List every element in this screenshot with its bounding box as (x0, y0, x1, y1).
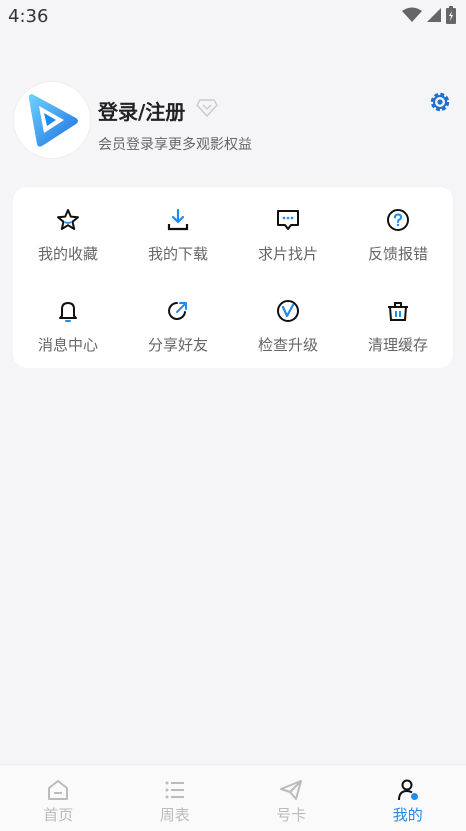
menu-item-label: 我的下载 (148, 243, 208, 264)
tab-label: 周表 (160, 804, 190, 825)
menu-item-label: 求片找片 (258, 243, 318, 264)
profile-header[interactable]: 登录/注册 会员登录享更多观影权益 (14, 82, 454, 162)
menu-item-favorites[interactable]: 我的收藏 (13, 187, 123, 278)
menu-item-label: 反馈报错 (368, 243, 428, 264)
menu-item-label: 清理缓存 (368, 334, 428, 355)
signal-icon (426, 7, 442, 23)
trash-icon (385, 298, 411, 324)
settings-gear-icon[interactable] (428, 90, 452, 118)
status-icons (402, 6, 456, 24)
tab-label: 我的 (393, 804, 423, 825)
tab-label: 号卡 (276, 804, 306, 825)
tab-label: 首页 (43, 804, 73, 825)
share-icon (165, 298, 191, 324)
menu-item-share[interactable]: 分享好友 (123, 278, 233, 368)
status-bar: 4:36 (0, 0, 466, 32)
menu-grid: 我的收藏 我的下载 求片找片 反馈报错 消息中心 (13, 187, 453, 368)
app-logo-icon (22, 90, 82, 150)
menu-card: 我的收藏 我的下载 求片找片 反馈报错 消息中心 (13, 187, 453, 368)
avatar[interactable] (14, 82, 90, 158)
upgrade-icon (275, 298, 301, 324)
battery-icon (446, 6, 456, 24)
download-icon (165, 207, 191, 233)
menu-item-request[interactable]: 求片找片 (233, 187, 343, 278)
menu-item-label: 分享好友 (148, 334, 208, 355)
menu-item-label: 消息中心 (38, 334, 98, 355)
menu-item-feedback[interactable]: 反馈报错 (343, 187, 453, 278)
menu-item-upgrade[interactable]: 检查升级 (233, 278, 343, 368)
menu-item-label: 我的收藏 (38, 243, 98, 264)
tab-home[interactable]: 首页 (0, 765, 117, 831)
list-icon (161, 777, 189, 803)
bottom-tab-bar: 首页 周表 号卡 我的 (0, 764, 466, 831)
bell-icon (55, 298, 81, 324)
menu-item-clear-cache[interactable]: 清理缓存 (343, 278, 453, 368)
login-subtitle: 会员登录享更多观影权益 (98, 134, 252, 154)
menu-item-label: 检查升级 (258, 334, 318, 355)
star-icon (55, 207, 81, 233)
message-icon (275, 207, 301, 233)
user-icon (394, 777, 422, 803)
vip-diamond-icon (196, 98, 218, 122)
home-icon (44, 777, 72, 803)
login-register-link[interactable]: 登录/注册 (98, 96, 185, 125)
status-time: 4:36 (8, 6, 48, 27)
menu-item-downloads[interactable]: 我的下载 (123, 187, 233, 278)
tab-sim-card[interactable]: 号卡 (233, 765, 350, 831)
tab-schedule[interactable]: 周表 (117, 765, 234, 831)
tab-mine[interactable]: 我的 (350, 765, 466, 831)
paper-plane-icon (277, 777, 305, 803)
question-icon (385, 207, 411, 233)
menu-item-messages[interactable]: 消息中心 (13, 278, 123, 368)
wifi-icon (402, 7, 422, 23)
